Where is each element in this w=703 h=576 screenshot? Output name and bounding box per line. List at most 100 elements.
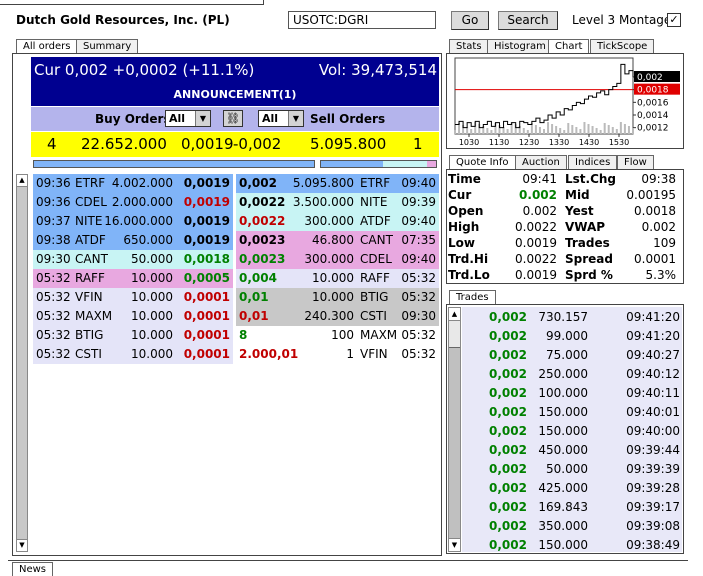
trade-time: 09:39:08 — [626, 519, 680, 533]
best-ask: -0,002 — [233, 135, 282, 153]
sell-order-row[interactable]: 0,004 10.000 RAFF 05:32 — [236, 269, 439, 288]
volume-bar — [579, 129, 582, 134]
search-button[interactable]: Search — [498, 11, 558, 30]
x-tick-label: 1430 — [579, 138, 599, 147]
order-time: 05:32 — [401, 290, 436, 304]
quote-info-label: Trd.Hi — [448, 252, 489, 266]
volume-bar — [538, 127, 541, 134]
tab-trades[interactable]: Trades — [449, 290, 496, 304]
order-price: 0,0018 — [183, 252, 230, 266]
order-time: 05:32 — [36, 347, 71, 361]
scroll-down-icon[interactable]: ▼ — [17, 539, 27, 551]
sell-orders-label: Sell Orders — [310, 112, 386, 126]
buy-order-row[interactable]: 05:32 BTIG 10.000 0,0001 — [33, 326, 233, 345]
sell-order-row[interactable]: 0,002 5.095.800 ETRF 09:40 — [236, 174, 439, 193]
order-price: 0,0005 — [183, 271, 230, 285]
volume-bar — [543, 129, 545, 134]
quote-info-value: 0.002 — [641, 220, 676, 234]
volume-bar — [575, 127, 578, 134]
trade-time: 09:39:39 — [626, 462, 680, 476]
buy-filter-select[interactable]: All ▼ — [165, 110, 211, 127]
order-qty: 650.000 — [123, 233, 173, 247]
sell-order-row[interactable]: 0,01 240.300 CSTI 09:30 — [236, 307, 439, 326]
volume-bar — [587, 124, 590, 134]
buy-order-row[interactable]: 05:32 MAXM 10.000 0,0001 — [33, 307, 233, 326]
tab-flow[interactable]: Flow — [617, 155, 654, 169]
trade-price: 0,002 — [489, 519, 527, 533]
order-time: 09:39 — [401, 195, 436, 209]
sell-order-row[interactable]: 0,0022 300.000 ATDF 09:40 — [236, 212, 439, 231]
sell-count: 1 — [413, 135, 423, 153]
order-price: 0,0001 — [183, 309, 230, 323]
tab-histogram[interactable]: Histogram — [487, 39, 553, 53]
sell-order-row[interactable]: 0,0023 300.000 CDEL 09:40 — [236, 250, 439, 269]
sell-order-row[interactable]: 0,01 10.000 BTIG 05:32 — [236, 288, 439, 307]
order-price: 0,0019 — [183, 195, 230, 209]
level3-checkbox[interactable]: ✓ — [667, 13, 681, 27]
sell-order-row[interactable]: 0,0023 46.800 CANT 07:35 — [236, 231, 439, 250]
market-maker: CANT — [75, 252, 108, 266]
trade-row: 0,002 75.000 09:40:27 — [462, 346, 682, 365]
trade-row: 0,002 99.000 09:41:20 — [462, 327, 682, 346]
tab-stats[interactable]: Stats — [449, 39, 489, 53]
trade-time: 09:40:12 — [626, 367, 680, 381]
buy-pressure-bar — [33, 160, 315, 168]
tab-indices[interactable]: Indices — [568, 155, 618, 169]
trade-price: 0,002 — [489, 405, 527, 419]
sell-filter-select[interactable]: All ▼ — [258, 110, 304, 127]
market-maker: NITE — [75, 214, 103, 228]
market-maker: NITE — [360, 195, 388, 209]
scroll-up-icon[interactable]: ▲ — [17, 175, 27, 187]
order-price: 0,0019 — [183, 214, 230, 228]
buy-order-row[interactable]: 09:37 NITE 16.000.000 0,0019 — [33, 212, 233, 231]
tab-auction[interactable]: Auction — [515, 155, 567, 169]
order-price: 2.000,01 — [239, 347, 299, 361]
sell-order-row[interactable]: 0,0022 3.500.000 NITE 09:39 — [236, 193, 439, 212]
trade-qty: 150.000 — [538, 405, 588, 419]
trade-time: 09:39:28 — [626, 481, 680, 495]
buy-order-row[interactable]: 09:38 ATDF 650.000 0,0019 — [33, 231, 233, 250]
buy-order-row[interactable]: 09:36 ETRF 4.002.000 0,0019 — [33, 174, 233, 193]
ref-price-label: 0,0018 — [637, 86, 669, 96]
sell-order-row[interactable]: 8 100 MAXM 05:32 — [236, 326, 439, 345]
order-book-scrollbar[interactable]: ▲ ▼ — [16, 174, 28, 552]
trades-scrollbar[interactable]: ▲ ▼ — [448, 307, 461, 552]
scroll-down-icon[interactable]: ▼ — [449, 538, 460, 551]
buy-order-row[interactable]: 09:30 CANT 50.000 0,0018 — [33, 250, 233, 269]
sell-order-row[interactable]: 2.000,01 1 VFIN 05:32 — [236, 345, 439, 364]
tab-chart[interactable]: Chart — [548, 39, 590, 53]
order-qty: 16.000.000 — [104, 214, 173, 228]
volume-bar — [627, 126, 630, 134]
order-price: 0,0022 — [239, 214, 286, 228]
symbol-input[interactable]: USOTC:DGRI — [288, 11, 436, 29]
volume-bar — [559, 128, 562, 134]
trade-row: 0,002 730.157 09:41:20 — [462, 308, 682, 327]
tab-all-orders[interactable]: All orders — [16, 39, 78, 53]
scroll-thumb[interactable] — [449, 321, 460, 348]
order-qty: 10.000 — [131, 271, 173, 285]
trade-qty: 425.000 — [538, 481, 588, 495]
volume: Vol: 39,473,514 — [318, 61, 437, 79]
link-icon[interactable]: ⛓ — [223, 110, 243, 127]
trade-time: 09:40:00 — [626, 424, 680, 438]
trade-row: 0,002 150.000 09:40:01 — [462, 403, 682, 422]
buy-order-row[interactable]: 05:32 RAFF 10.000 0,0005 — [33, 269, 233, 288]
buy-order-row[interactable]: 05:32 VFIN 10.000 0,0001 — [33, 288, 233, 307]
quote-info-value: 0.0022 — [515, 220, 557, 234]
order-qty: 2.000.000 — [111, 195, 173, 209]
tab-tickscope[interactable]: TickScope — [590, 39, 655, 53]
volume-bar — [522, 128, 525, 134]
trade-price: 0,002 — [489, 367, 527, 381]
buy-order-row[interactable]: 05:32 CSTI 10.000 0,0001 — [33, 345, 233, 364]
announcement-link[interactable]: ANNOUNCEMENT(1) — [31, 88, 439, 101]
order-qty: 10.000 — [131, 290, 173, 304]
tab-summary[interactable]: Summary — [76, 39, 139, 53]
buy-order-row[interactable]: 09:36 CDEL 2.000.000 0,0019 — [33, 193, 233, 212]
order-qty: 1 — [346, 347, 354, 361]
tab-quote-info[interactable]: Quote Info — [449, 155, 516, 169]
scroll-up-icon[interactable]: ▲ — [449, 308, 460, 321]
quote-info-value: 09:38 — [641, 172, 676, 186]
go-button[interactable]: Go — [451, 11, 489, 30]
quote-info-value: 0.0019 — [515, 268, 557, 282]
trade-row: 0,002 100.000 09:40:11 — [462, 384, 682, 403]
